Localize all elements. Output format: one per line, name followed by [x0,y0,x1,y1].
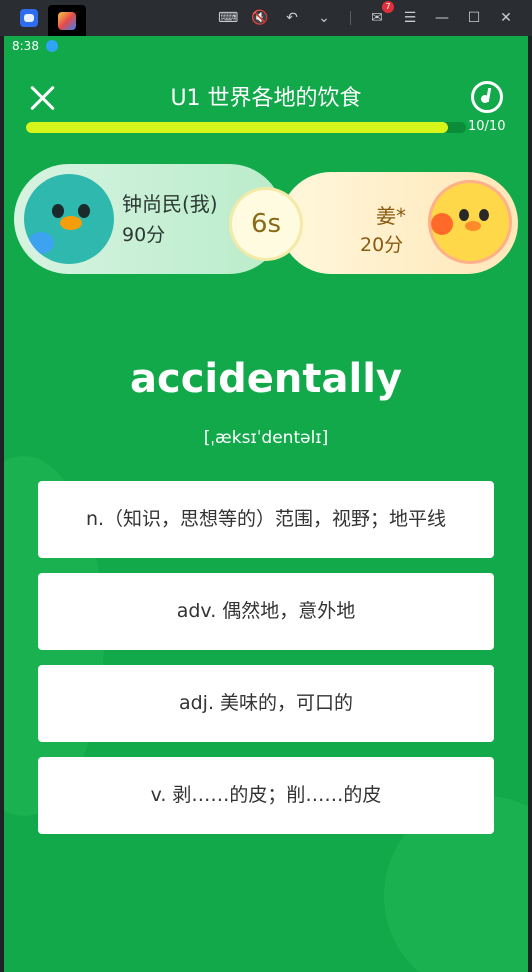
page-title: U1 世界各地的饮食 [170,86,362,111]
opponent-card: 姜* 20分 [280,172,518,274]
player-avatar [24,174,114,264]
answer-option[interactable]: n.（知识，思想等的）范围，视野；地平线 [38,481,494,558]
close-icon[interactable] [28,84,56,112]
question-word: accidentally [130,356,402,402]
answer-option[interactable]: adj. 美味的，可口的 [38,665,494,742]
mute-icon[interactable]: 🔇 [250,8,270,28]
music-icon[interactable] [471,81,503,113]
answer-option[interactable]: v. 剥……的皮；削……的皮 [38,757,494,834]
game-screen: 8:38 U1 世界各地的饮食 10/10 钟尚民(我) 90分 姜* 20分 … [4,36,528,972]
menu-icon[interactable]: ☰ [400,8,420,28]
opponent-avatar [428,180,512,264]
app-home-icon[interactable] [20,9,38,27]
maximize-icon[interactable]: ☐ [464,8,484,28]
progress-text: 10/10 [468,119,506,134]
progress-bar [26,122,466,133]
player-name: 钟尚民(我) [122,192,218,216]
emulator-title-bar: ⌨ 🔇 ↶ ⌄ ✉ 7 ☰ — ☐ ✕ [0,0,532,36]
countdown-timer: 6s [232,190,300,258]
opponent-name: 姜* [376,204,406,228]
download-icon [46,40,58,52]
minimize-icon[interactable]: — [432,8,452,28]
app-tab[interactable] [48,5,86,36]
undo-icon[interactable]: ↶ [282,8,302,28]
opponent-score: 20分 [360,234,404,256]
question-phonetic: [ˌæksɪˈdentəlɪ] [203,428,329,448]
close-window-icon[interactable]: ✕ [496,8,516,28]
keyboard-icon[interactable]: ⌨ [218,8,238,28]
progress-fill [26,122,449,133]
player-score: 90分 [122,224,166,246]
mail-badge: 7 [382,1,394,13]
toolbar-divider [350,11,351,25]
app-tab-icon [58,12,76,30]
status-time: 8:38 [12,39,39,53]
answer-option[interactable]: adv. 偶然地，意外地 [38,573,494,650]
chevron-down-icon[interactable]: ⌄ [314,8,334,28]
